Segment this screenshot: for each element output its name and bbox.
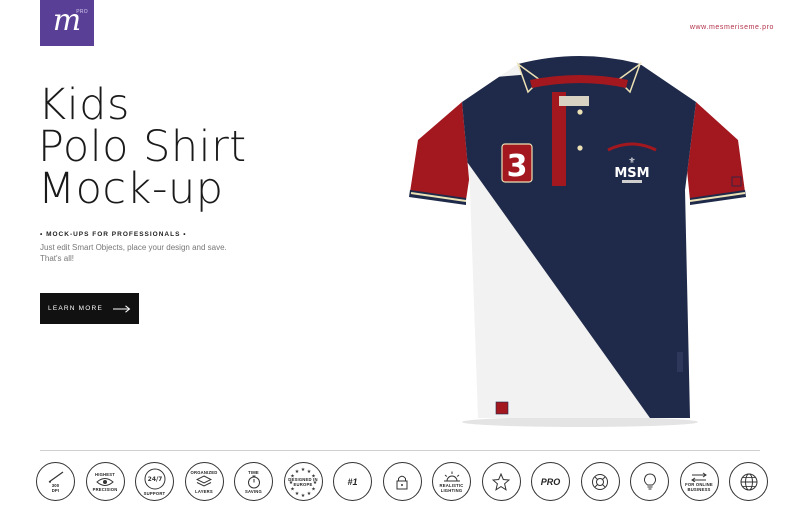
svg-text:★: ★ bbox=[290, 486, 295, 492]
timer-icon bbox=[247, 475, 260, 488]
svg-text:24/7: 24/7 bbox=[147, 476, 162, 483]
feature-sub-14: BUSINESS bbox=[687, 486, 711, 492]
description: Just edit Smart Objects, place your desi… bbox=[40, 242, 240, 264]
feature-star bbox=[481, 462, 521, 501]
feature-lock bbox=[382, 462, 422, 501]
pencil-icon bbox=[48, 471, 63, 483]
layers-icon bbox=[196, 474, 212, 487]
title-line-1: Kids bbox=[38, 80, 130, 130]
svg-text:★: ★ bbox=[295, 491, 300, 497]
svg-text:★: ★ bbox=[307, 491, 312, 497]
feature-time-saving: TIME SAVING bbox=[234, 462, 273, 501]
description-line-1: Just edit Smart Objects, place your desi… bbox=[40, 243, 227, 252]
svg-text:★: ★ bbox=[311, 473, 316, 479]
title-line-2: Polo Shirt bbox=[38, 122, 247, 172]
page-title: Kids Polo Shirt Mock-up bbox=[38, 80, 338, 214]
exchange-icon bbox=[691, 472, 707, 482]
site-url[interactable]: www.mesmeriseme.pro bbox=[690, 24, 774, 31]
eye-icon bbox=[96, 477, 114, 486]
feature-sub-4: LAYERS bbox=[195, 488, 213, 494]
svg-text:★: ★ bbox=[301, 467, 306, 473]
lock-icon bbox=[396, 475, 408, 489]
polo-shirt-illustration: 3 ⚜ MSM bbox=[409, 56, 746, 427]
polo-shirt-image: 3 ⚜ MSM bbox=[400, 40, 760, 430]
europe-stars-icon: ★ ★★ ★★★ ★★★ ★★★ bbox=[289, 467, 318, 499]
feature-sub-5: SAVING bbox=[245, 488, 262, 494]
feature-highest-precision: HIGHEST PRECISION bbox=[85, 462, 125, 501]
lifebuoy-icon bbox=[592, 473, 608, 490]
svg-text:★: ★ bbox=[289, 480, 294, 486]
support-icon: 24/7 bbox=[144, 468, 165, 490]
feature-300-dpi: 300 DPI bbox=[36, 462, 75, 501]
features-row: 300 DPI HIGHEST PRECISION 24/7 SUPPORT O… bbox=[36, 462, 768, 501]
feature-support: 24/7 SUPPORT bbox=[135, 462, 174, 501]
number-one-icon: #1 bbox=[347, 476, 358, 487]
divider bbox=[40, 450, 760, 451]
shirt-monogram: MSM bbox=[614, 166, 649, 181]
svg-text:★: ★ bbox=[313, 480, 318, 486]
feature-sub-3: SUPPORT bbox=[143, 491, 166, 496]
feature-online-business: FOR ONLINE BUSINESS bbox=[679, 462, 719, 501]
lightbulb-icon bbox=[643, 472, 656, 489]
pro-icon: PRO bbox=[540, 476, 561, 487]
feature-lifebuoy bbox=[580, 462, 620, 501]
title-line-3: Mock-up bbox=[38, 164, 224, 214]
globe-icon bbox=[740, 473, 757, 490]
shirt-number: 3 bbox=[507, 149, 528, 184]
sun-icon bbox=[443, 471, 460, 481]
svg-text:★: ★ bbox=[301, 493, 306, 499]
svg-text:★: ★ bbox=[311, 486, 316, 492]
arrow-right-icon bbox=[112, 304, 131, 313]
learn-more-label: LEARN MORE bbox=[48, 305, 103, 312]
feature-sub-1: DPI bbox=[51, 487, 60, 493]
svg-text:⚜: ⚜ bbox=[628, 156, 635, 165]
feature-pro: PRO bbox=[531, 462, 570, 501]
feature-realistic-lighting: REALISTIC LIGHTING bbox=[432, 462, 471, 501]
star-icon bbox=[492, 472, 510, 491]
feature-sub-9: LIGHTING bbox=[440, 487, 463, 493]
tagline: • MOCK-UPS FOR PROFESSIONALS • bbox=[40, 231, 187, 238]
learn-more-button[interactable]: LEARN MORE bbox=[40, 293, 139, 324]
feature-number-one: #1 bbox=[333, 462, 372, 501]
svg-text:★: ★ bbox=[295, 469, 300, 475]
feature-sub-2: PRECISION bbox=[92, 486, 118, 492]
feature-organized-layers: ORGANIZED LAYERS bbox=[184, 462, 224, 501]
feature-lightbulb bbox=[630, 462, 669, 501]
brand-logo[interactable]: m PRO bbox=[40, 0, 94, 46]
logo-sup: PRO bbox=[76, 9, 88, 15]
feature-globe bbox=[729, 462, 768, 501]
description-line-2: That's all! bbox=[40, 254, 74, 263]
feature-designed-in-europe: ★ ★ ★ ★ ★ ★ ★ ★ ★ ★ ★ ★ DESIGNED IN EUROPE bbox=[283, 462, 323, 501]
